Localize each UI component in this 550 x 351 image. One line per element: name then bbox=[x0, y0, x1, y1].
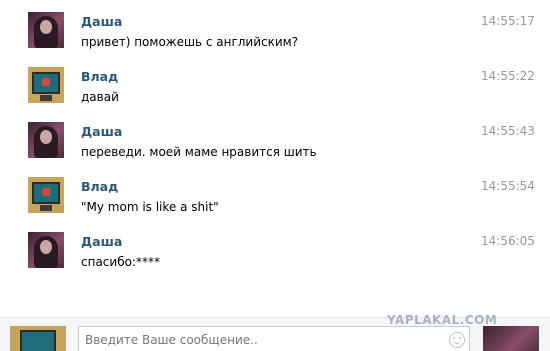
message-item: Влад давай 14:55:22 bbox=[0, 67, 550, 122]
message-text: "My mom is like a shit" bbox=[81, 200, 219, 214]
message-item: Даша спасибо:**** 14:56:05 bbox=[0, 232, 550, 287]
my-avatar[interactable] bbox=[10, 326, 66, 351]
message-text: спасибо:**** bbox=[81, 255, 160, 269]
author-name[interactable]: Даша bbox=[81, 14, 122, 29]
author-name[interactable]: Даша bbox=[81, 234, 122, 249]
avatar-dasha[interactable] bbox=[28, 122, 64, 158]
message-time: 14:56:05 bbox=[481, 234, 535, 248]
message-text: переведи. моей маме нравится шить bbox=[81, 145, 317, 159]
partner-avatar[interactable] bbox=[483, 326, 539, 351]
message-time: 14:55:43 bbox=[481, 124, 535, 138]
author-name[interactable]: Даша bbox=[81, 124, 122, 139]
author-name[interactable]: Влад bbox=[81, 69, 118, 84]
message-item: Даша переведи. моей маме нравится шить 1… bbox=[0, 122, 550, 177]
message-text: давай bbox=[81, 90, 119, 104]
message-input[interactable]: Введите Ваше сообщение.. bbox=[78, 326, 470, 351]
avatar-vlad[interactable] bbox=[28, 67, 64, 103]
message-time: 14:55:54 bbox=[481, 179, 535, 193]
message-item: Даша привет) поможешь с английским? 14:5… bbox=[0, 12, 550, 67]
watermark: YAPLAKAL.COM bbox=[387, 313, 498, 327]
author-name[interactable]: Влад bbox=[81, 179, 118, 194]
avatar-vlad[interactable] bbox=[28, 177, 64, 213]
message-text: привет) поможешь с английским? bbox=[81, 35, 299, 49]
avatar-dasha[interactable] bbox=[28, 12, 64, 48]
avatar-dasha[interactable] bbox=[28, 232, 64, 268]
message-item: Влад "My mom is like a shit" 14:55:54 bbox=[0, 177, 550, 232]
message-time: 14:55:22 bbox=[481, 69, 535, 83]
message-time: 14:55:17 bbox=[481, 14, 535, 28]
smile-icon[interactable] bbox=[449, 332, 465, 348]
